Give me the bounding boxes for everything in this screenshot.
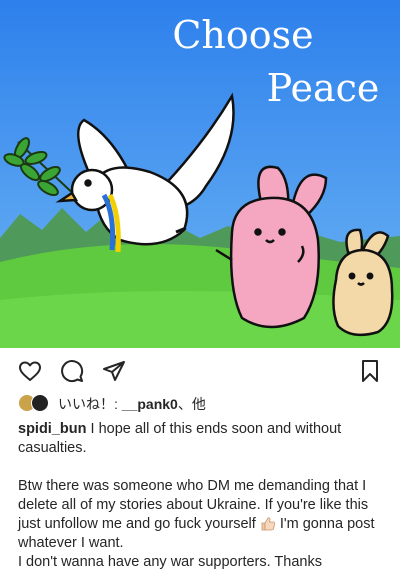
caption-text-4: I don't wanna have any war supporters. T… bbox=[18, 554, 322, 570]
heart-icon[interactable] bbox=[18, 359, 42, 383]
choose-peace-illustration: Choose Peace bbox=[0, 0, 400, 348]
bookmark-icon[interactable] bbox=[358, 359, 382, 383]
thumbs-up-emoji bbox=[261, 517, 275, 531]
title-line-2: Peace bbox=[267, 66, 380, 110]
caption: spidi_bun I hope all of this ends soon a… bbox=[0, 420, 400, 572]
likes-suffix: 、他 bbox=[177, 396, 206, 412]
liker-username[interactable]: __pank0 bbox=[122, 396, 178, 412]
likes-prefix: いいね！: bbox=[58, 396, 122, 412]
caption-username[interactable]: spidi_bun bbox=[18, 421, 86, 437]
avatar bbox=[31, 394, 49, 412]
action-bar bbox=[0, 348, 400, 390]
comment-icon[interactable] bbox=[60, 359, 84, 383]
likes-text: いいね！: __pank0、他 bbox=[58, 394, 206, 414]
send-icon[interactable] bbox=[102, 359, 126, 383]
title-line-1: Choose bbox=[172, 13, 313, 57]
liker-avatars bbox=[18, 394, 52, 412]
likes-row[interactable]: いいね！: __pank0、他 bbox=[0, 390, 400, 420]
post-image[interactable]: Choose Peace bbox=[0, 0, 400, 348]
